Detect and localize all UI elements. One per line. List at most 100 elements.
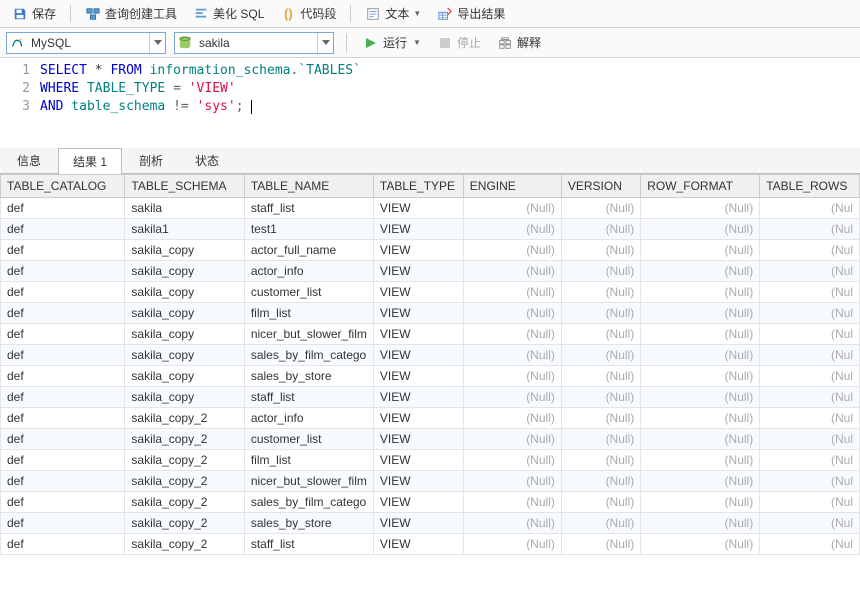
cell[interactable]: (Null)	[641, 471, 760, 492]
cell[interactable]: (Null)	[463, 366, 561, 387]
cell[interactable]: (Null)	[463, 303, 561, 324]
cell[interactable]: (Nul	[760, 261, 860, 282]
cell[interactable]: (Null)	[561, 198, 640, 219]
tab-status[interactable]: 状态	[180, 147, 234, 173]
cell[interactable]: (Null)	[463, 345, 561, 366]
stop-button[interactable]: 停止	[433, 32, 485, 53]
run-button[interactable]: 运行 ▼	[359, 32, 425, 53]
cell[interactable]: test1	[244, 219, 373, 240]
table-row[interactable]: defsakila_copy_2staff_listVIEW(Null)(Nul…	[1, 534, 860, 555]
cell[interactable]: (Null)	[561, 261, 640, 282]
cell[interactable]: (Null)	[463, 429, 561, 450]
cell[interactable]: customer_list	[244, 429, 373, 450]
cell[interactable]: (Null)	[641, 408, 760, 429]
table-row[interactable]: defsakila_copy_2film_listVIEW(Null)(Null…	[1, 450, 860, 471]
cell[interactable]: (Nul	[760, 513, 860, 534]
cell[interactable]: (Null)	[561, 240, 640, 261]
cell[interactable]: VIEW	[373, 282, 463, 303]
table-row[interactable]: defsakila_copyfilm_listVIEW(Null)(Null)(…	[1, 303, 860, 324]
cell[interactable]: def	[1, 240, 125, 261]
cell[interactable]: (Null)	[641, 429, 760, 450]
column-header[interactable]: TABLE_CATALOG	[1, 175, 125, 198]
cell[interactable]: (Null)	[641, 324, 760, 345]
cell[interactable]: def	[1, 345, 125, 366]
cell[interactable]: VIEW	[373, 450, 463, 471]
table-row[interactable]: defsakila1test1VIEW(Null)(Null)(Null)(Nu…	[1, 219, 860, 240]
cell[interactable]: sakila_copy	[125, 366, 244, 387]
cell[interactable]: (Null)	[561, 324, 640, 345]
cell[interactable]: (Null)	[561, 408, 640, 429]
beautify-sql-button[interactable]: 美化 SQL	[187, 3, 270, 25]
table-row[interactable]: defsakila_copynicer_but_slower_filmVIEW(…	[1, 324, 860, 345]
cell[interactable]: def	[1, 513, 125, 534]
column-header[interactable]: ROW_FORMAT	[641, 175, 760, 198]
cell[interactable]: sakila1	[125, 219, 244, 240]
cell[interactable]: VIEW	[373, 261, 463, 282]
cell[interactable]: staff_list	[244, 534, 373, 555]
table-row[interactable]: defsakila_copy_2nicer_but_slower_filmVIE…	[1, 471, 860, 492]
cell[interactable]: (Null)	[463, 408, 561, 429]
cell[interactable]: actor_info	[244, 261, 373, 282]
cell[interactable]: def	[1, 219, 125, 240]
table-row[interactable]: defsakila_copy_2sales_by_storeVIEW(Null)…	[1, 513, 860, 534]
connection-combo[interactable]: MySQL	[6, 32, 166, 54]
cell[interactable]: VIEW	[373, 324, 463, 345]
cell[interactable]: (Null)	[463, 261, 561, 282]
cell[interactable]: (Null)	[561, 513, 640, 534]
result-grid-wrap[interactable]: TABLE_CATALOGTABLE_SCHEMATABLE_NAMETABLE…	[0, 174, 860, 596]
cell[interactable]: VIEW	[373, 513, 463, 534]
cell[interactable]: staff_list	[244, 387, 373, 408]
cell[interactable]: (Null)	[463, 387, 561, 408]
cell[interactable]: (Null)	[641, 387, 760, 408]
cell[interactable]: (Null)	[641, 240, 760, 261]
cell[interactable]: (Nul	[760, 219, 860, 240]
column-header[interactable]: TABLE_ROWS	[760, 175, 860, 198]
cell[interactable]: (Nul	[760, 282, 860, 303]
table-row[interactable]: defsakila_copysales_by_storeVIEW(Null)(N…	[1, 366, 860, 387]
cell[interactable]: (Null)	[561, 303, 640, 324]
cell[interactable]: sakila_copy	[125, 387, 244, 408]
cell[interactable]: (Null)	[463, 282, 561, 303]
cell[interactable]: (Nul	[760, 324, 860, 345]
cell[interactable]: (Nul	[760, 240, 860, 261]
cell[interactable]: (Nul	[760, 429, 860, 450]
cell[interactable]: sakila_copy_2	[125, 429, 244, 450]
tab-result[interactable]: 结果 1	[58, 148, 122, 174]
cell[interactable]: def	[1, 429, 125, 450]
table-row[interactable]: defsakila_copy_2actor_infoVIEW(Null)(Nul…	[1, 408, 860, 429]
cell[interactable]: (Null)	[561, 492, 640, 513]
column-header[interactable]: TABLE_SCHEMA	[125, 175, 244, 198]
cell[interactable]: customer_list	[244, 282, 373, 303]
cell[interactable]: VIEW	[373, 240, 463, 261]
cell[interactable]: VIEW	[373, 198, 463, 219]
cell[interactable]: VIEW	[373, 408, 463, 429]
cell[interactable]: (Null)	[561, 366, 640, 387]
cell[interactable]: (Null)	[561, 345, 640, 366]
cell[interactable]: sales_by_store	[244, 513, 373, 534]
cell[interactable]: (Nul	[760, 471, 860, 492]
table-row[interactable]: defsakila_copyactor_infoVIEW(Null)(Null)…	[1, 261, 860, 282]
table-row[interactable]: defsakila_copycustomer_listVIEW(Null)(Nu…	[1, 282, 860, 303]
cell[interactable]: def	[1, 261, 125, 282]
cell[interactable]: (Nul	[760, 408, 860, 429]
cell[interactable]: def	[1, 324, 125, 345]
tab-info[interactable]: 信息	[2, 147, 56, 173]
cell[interactable]: def	[1, 387, 125, 408]
table-row[interactable]: defsakilastaff_listVIEW(Null)(Null)(Null…	[1, 198, 860, 219]
cell[interactable]: (Null)	[561, 450, 640, 471]
cell[interactable]: nicer_but_slower_film	[244, 324, 373, 345]
cell[interactable]: (Nul	[760, 387, 860, 408]
cell[interactable]: sakila_copy	[125, 261, 244, 282]
cell[interactable]: sakila_copy	[125, 303, 244, 324]
cell[interactable]: sakila_copy_2	[125, 450, 244, 471]
cell[interactable]: VIEW	[373, 387, 463, 408]
cell[interactable]: (Nul	[760, 450, 860, 471]
export-button[interactable]: 导出结果	[431, 3, 511, 25]
query-builder-button[interactable]: 查询创建工具	[79, 3, 183, 25]
cell[interactable]: (Null)	[561, 219, 640, 240]
cell[interactable]: film_list	[244, 450, 373, 471]
cell[interactable]: def	[1, 450, 125, 471]
text-button[interactable]: 文本 ▼	[359, 3, 427, 25]
cell[interactable]: sakila	[125, 198, 244, 219]
cell[interactable]: (Null)	[463, 492, 561, 513]
